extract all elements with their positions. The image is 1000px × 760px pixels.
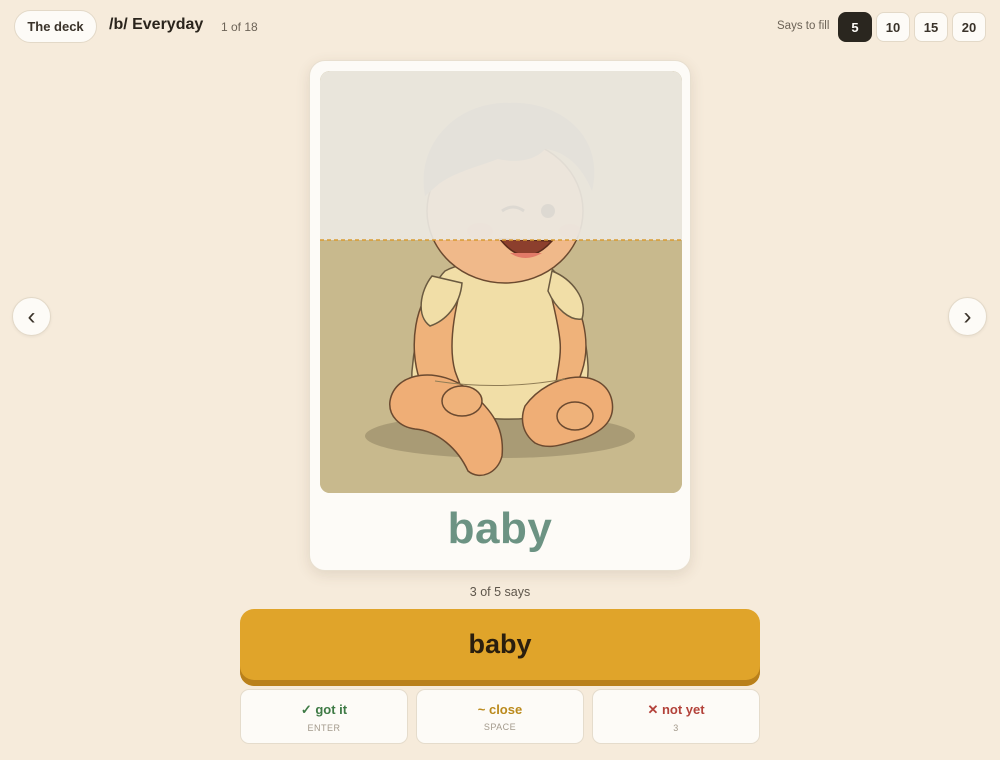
fill-option-5[interactable]: 5 (838, 12, 872, 42)
fill-option-20[interactable]: 20 (952, 12, 986, 42)
says-to-fill-label: Says to fill (777, 20, 830, 32)
next-card-button[interactable]: › (948, 297, 987, 336)
baby-illustration (320, 71, 682, 493)
say-word-button[interactable]: baby (240, 609, 760, 686)
got-it-label: ✓ got it (300, 702, 348, 717)
got-it-shortcut: ENTER (307, 723, 341, 733)
deck-position: 1 of 18 (221, 20, 258, 34)
not-yet-shortcut: 3 (673, 723, 679, 733)
says-progress: 3 of 5 says (469, 585, 531, 599)
flash-card: baby (309, 60, 691, 571)
the-deck-button[interactable]: The deck (14, 10, 97, 43)
not-yet-label: ✕ not yet (647, 702, 705, 717)
chevron-right-icon: › (963, 302, 972, 330)
fill-option-15[interactable]: 15 (914, 12, 948, 42)
grade-close-button[interactable]: ~ close SPACE (416, 689, 584, 744)
chevron-left-icon: ‹ (27, 302, 36, 330)
deck-title: /b/ Everyday (109, 16, 204, 33)
previous-card-button[interactable]: ‹ (12, 297, 51, 336)
card-word: baby (447, 504, 553, 553)
close-label: ~ close (477, 702, 523, 717)
fill-option-10[interactable]: 10 (876, 12, 910, 42)
close-shortcut: SPACE (483, 722, 517, 732)
grade-not-yet-button[interactable]: ✕ not yet 3 (592, 689, 760, 744)
grade-got-it-button[interactable]: ✓ got it ENTER (240, 689, 408, 744)
